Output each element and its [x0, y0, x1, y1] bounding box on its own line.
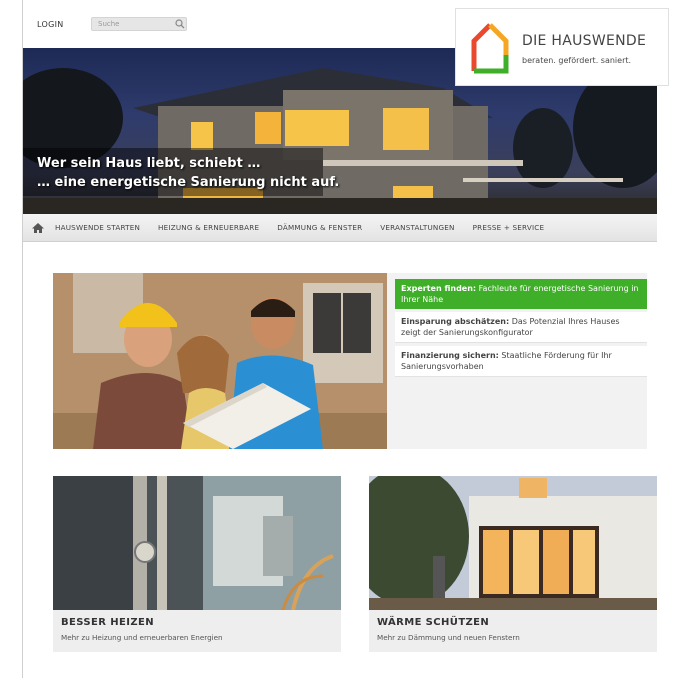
hero-line-2: … eine energetische Sanierung nicht auf.: [37, 175, 340, 190]
page-frame: LOGIN Suche Wer sein Haus liebt, schiebt…: [22, 0, 669, 678]
link-title: Experten finden:: [401, 284, 477, 293]
nav-item-daemmung[interactable]: DÄMMUNG & FENSTER: [277, 223, 362, 232]
card-title: WÄRME SCHÜTZEN: [377, 617, 490, 628]
login-link[interactable]: LOGIN: [37, 20, 64, 29]
hero-headline: Wer sein Haus liebt, schiebt … … eine en…: [37, 154, 339, 192]
home-icon[interactable]: [31, 221, 45, 235]
card-besser-heizen[interactable]: BESSER HEIZEN Mehr zu Heizung und erneue…: [53, 476, 341, 652]
nav-item-heizung[interactable]: HEIZUNG & ERNEUERBARE: [158, 223, 259, 232]
nav-item-presse-service[interactable]: PRESSE + SERVICE: [473, 223, 545, 232]
site-logo[interactable]: DIE HAUSWENDE beraten. gefördert. sanier…: [455, 8, 669, 86]
house-logo-icon: [471, 23, 509, 74]
link-finanzierung-sichern[interactable]: Finanzierung sichern: Staatliche Förderu…: [395, 346, 647, 377]
workers-photo: [53, 273, 387, 449]
nav-item-hauswende-starten[interactable]: HAUSWENDE STARTEN: [55, 223, 140, 232]
nav-item-veranstaltungen[interactable]: VERANSTALTUNGEN: [380, 223, 454, 232]
search-icon[interactable]: [175, 19, 185, 29]
teaser-section: Experten finden: Fachleute für energetis…: [53, 273, 647, 449]
link-experten-finden[interactable]: Experten finden: Fachleute für energetis…: [395, 279, 647, 309]
insulation-photo: [369, 476, 657, 610]
insulation-illustration: [369, 476, 657, 610]
teaser-links: Experten finden: Fachleute für energetis…: [395, 279, 647, 380]
card-subtitle: Mehr zu Heizung und erneuerbaren Energie…: [61, 633, 223, 642]
hero-line-1: Wer sein Haus liebt, schiebt …: [37, 156, 261, 171]
link-title: Einsparung abschätzen:: [401, 317, 510, 326]
card-title: BESSER HEIZEN: [61, 617, 154, 628]
card-waerme-schuetzen[interactable]: WÄRME SCHÜTZEN Mehr zu Dämmung und neuen…: [369, 476, 657, 652]
link-einsparung-abschaetzen[interactable]: Einsparung abschätzen: Das Potenzial Ihr…: [395, 312, 647, 343]
heating-illustration: [53, 476, 341, 610]
heating-photo: [53, 476, 341, 610]
logo-title: DIE HAUSWENDE: [522, 33, 647, 49]
logo-subtitle: beraten. gefördert. saniert.: [522, 56, 632, 65]
workers-illustration: [53, 273, 387, 449]
card-subtitle: Mehr zu Dämmung und neuen Fenstern: [377, 633, 520, 642]
link-title: Finanzierung sichern:: [401, 351, 499, 360]
main-navigation: HAUSWENDE STARTEN HEIZUNG & ERNEUERBARE …: [23, 214, 657, 242]
search-input[interactable]: Suche: [91, 17, 187, 31]
